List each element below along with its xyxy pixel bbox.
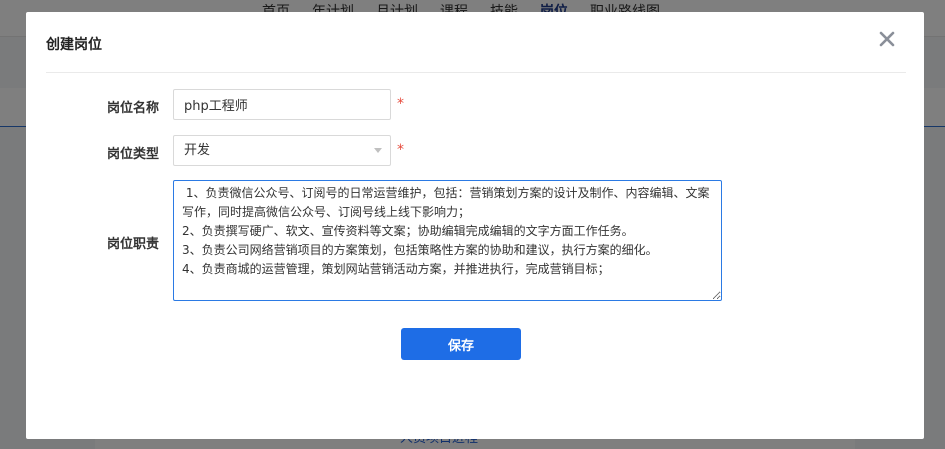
chevron-down-icon (374, 148, 382, 153)
position-type-value: 开发 (184, 143, 211, 158)
position-duty-label: 岗位职责 (107, 237, 160, 252)
required-mark-name: * (397, 96, 404, 112)
required-mark-type: * (397, 142, 404, 158)
dialog-title: 创建岗位 (46, 37, 102, 53)
position-name-input[interactable] (173, 89, 391, 120)
create-position-dialog: 创建岗位 岗位名称 * 岗位类型 开发 * 岗位职责 1、负责微信公众号、订阅号… (26, 12, 924, 439)
position-name-label: 岗位名称 (107, 101, 160, 116)
close-icon[interactable] (878, 30, 896, 48)
position-type-label: 岗位类型 (107, 147, 160, 162)
save-button[interactable]: 保存 (401, 328, 521, 360)
position-duty-textarea[interactable]: 1、负责微信公众号、订阅号的日常运营维护，包括：营销策划方案的设计及制作、内容编… (173, 180, 722, 301)
dialog-divider (46, 72, 906, 73)
position-type-select[interactable]: 开发 (173, 135, 391, 166)
